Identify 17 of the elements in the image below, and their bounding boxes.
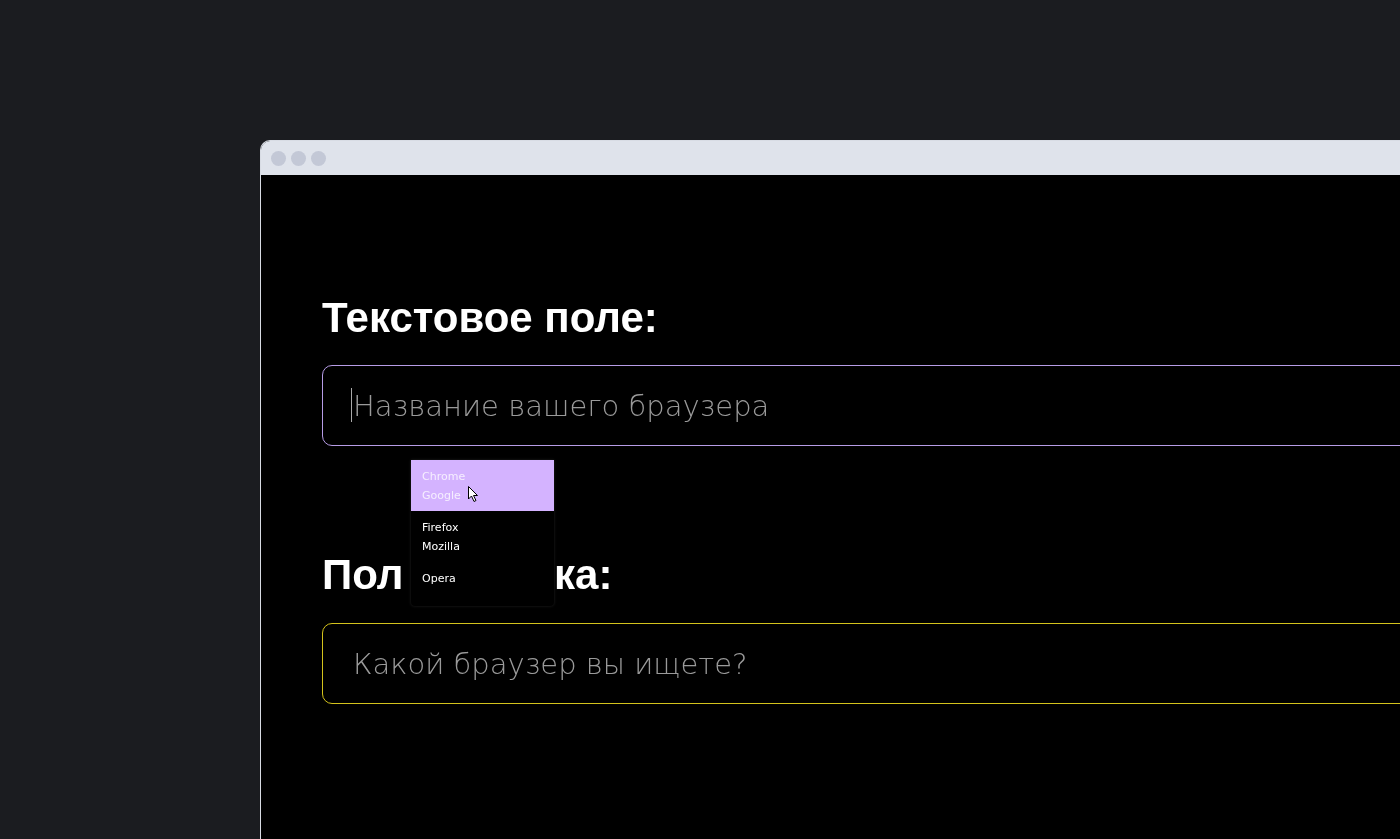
- field-label: Пол: [322, 550, 405, 600]
- field-label: Текстовое поле:: [322, 293, 658, 343]
- option-value: Opera: [422, 572, 456, 585]
- option-value: Chrome: [422, 470, 466, 483]
- suggestion-option[interactable]: Opera: [411, 562, 554, 594]
- pointer-cursor-icon: [468, 486, 479, 502]
- window-dot-icon[interactable]: [311, 150, 326, 166]
- window-dot-icon[interactable]: [291, 150, 306, 166]
- search-input-field[interactable]: Какой браузер вы ищете?: [322, 623, 1400, 704]
- suggestion-option[interactable]: Firefox Mozilla: [411, 511, 554, 562]
- text-input-field[interactable]: Название вашего браузера: [322, 365, 1400, 446]
- option-label: Google: [422, 489, 461, 502]
- text-caret: [351, 388, 352, 422]
- window-dot-icon[interactable]: [271, 150, 286, 166]
- option-label: Mozilla: [422, 540, 460, 553]
- field-label: ка:: [554, 550, 613, 600]
- option-value: Firefox: [422, 521, 459, 534]
